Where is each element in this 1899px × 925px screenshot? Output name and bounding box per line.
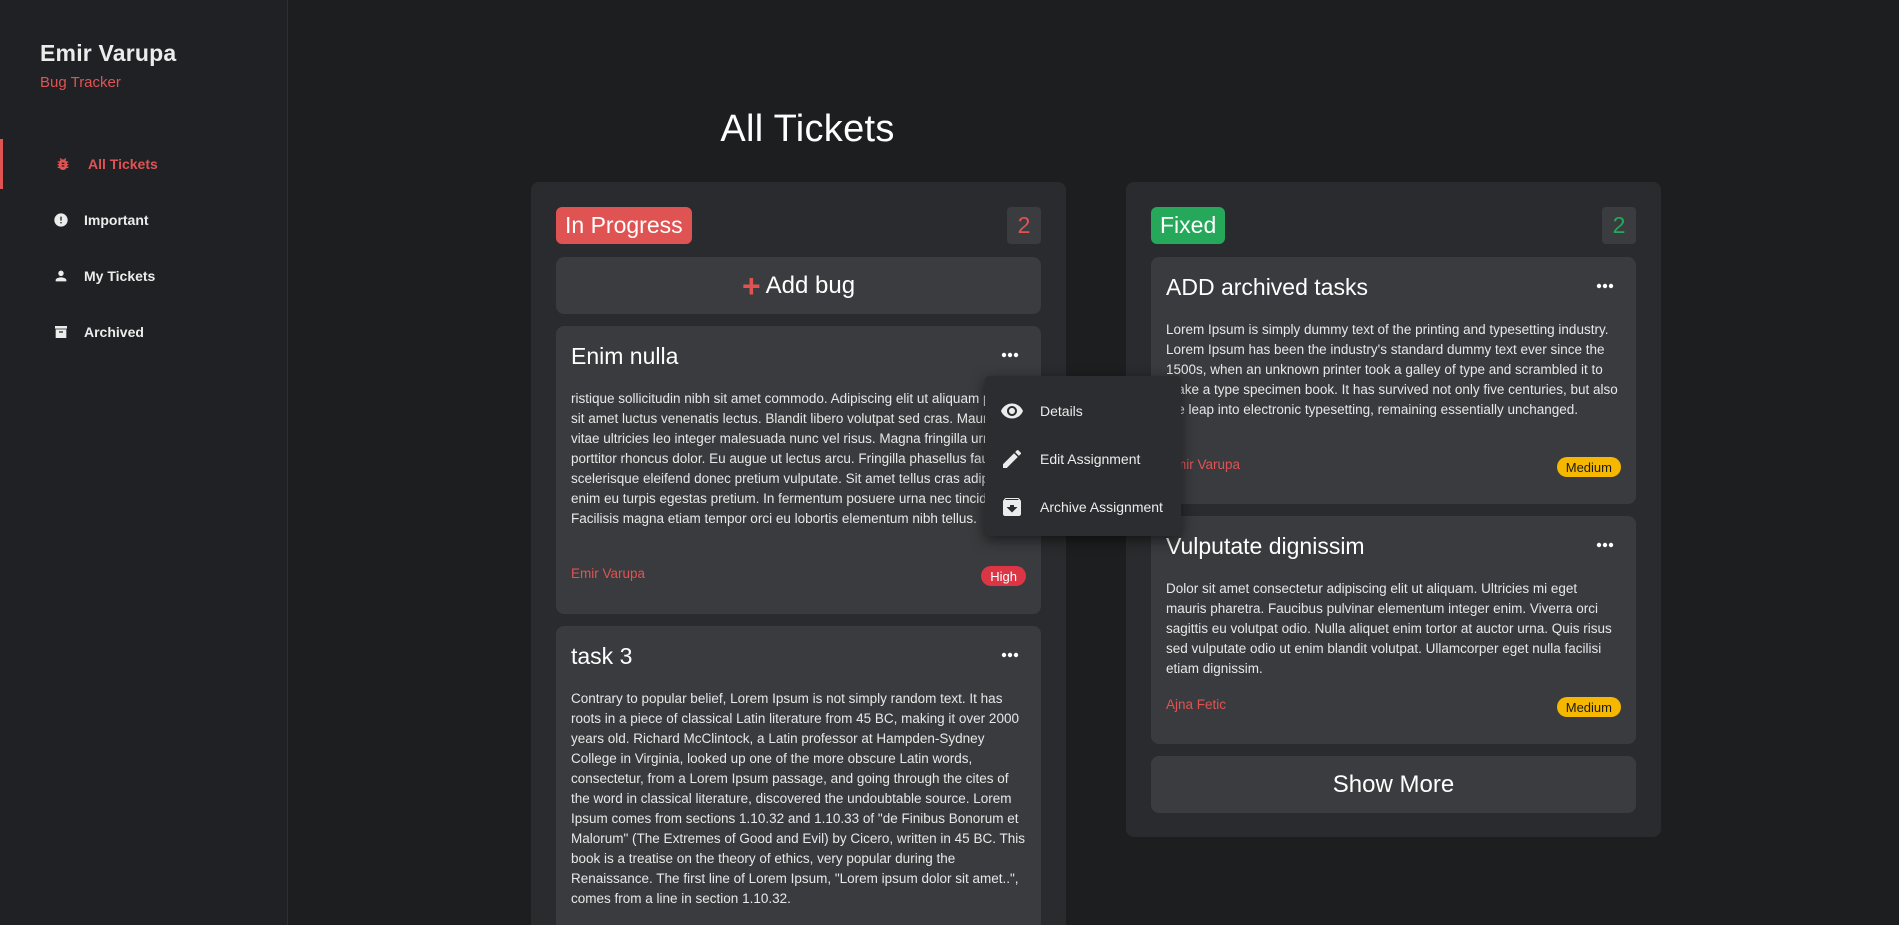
archive-icon (1000, 495, 1024, 519)
more-options-icon[interactable] (1592, 273, 1618, 299)
priority-badge: Medium (1556, 457, 1621, 477)
card-title: task 3 (571, 643, 633, 669)
menu-item-archive-assignment[interactable]: Archive Assignment (985, 483, 1181, 531)
page-title: All Tickets (720, 108, 895, 150)
column-header: Fixed 2 (1151, 207, 1636, 244)
menu-item-edit-assignment[interactable]: Edit Assignment (985, 435, 1181, 483)
sidebar-item-important[interactable]: Important (0, 195, 288, 245)
eye-icon (1000, 399, 1024, 423)
brand-name: Emir Varupa (40, 40, 177, 66)
ticket-count: 2 (1602, 207, 1636, 244)
ticket-count: 2 (1007, 207, 1041, 244)
card-title: Enim nulla (571, 343, 679, 369)
show-more-button[interactable]: Show More (1151, 756, 1636, 813)
card-description: Dolor sit amet consectetur adipiscing el… (1166, 581, 1612, 676)
more-options-icon[interactable] (1592, 532, 1618, 558)
sidebar-item-label: Archived (84, 324, 144, 340)
priority-badge: High (981, 566, 1026, 586)
card-author[interactable]: Emir Varupa (571, 566, 645, 581)
sidebar-item-label: Important (84, 212, 149, 228)
column-in-progress: In Progress 2 + Add bug Enim nulla risti… (531, 182, 1066, 925)
brand-subtitle: Bug Tracker (40, 74, 121, 91)
menu-item-label: Edit Assignment (1040, 451, 1141, 467)
card-author[interactable]: Ajna Fetic (1166, 697, 1226, 712)
person-icon (52, 267, 70, 285)
sidebar-item-label: All Tickets (88, 156, 158, 172)
column-fixed: Fixed 2 ADD archived tasks Lorem Ipsum i… (1126, 182, 1661, 837)
more-options-icon[interactable] (997, 642, 1023, 668)
pencil-icon (1000, 447, 1024, 471)
column-header: In Progress 2 (556, 207, 1041, 244)
more-options-icon[interactable] (997, 342, 1023, 368)
sidebar-item-my-tickets[interactable]: My Tickets (0, 251, 288, 301)
plus-icon: + (741, 267, 761, 304)
archive-icon (52, 323, 70, 341)
card-context-menu: Details Edit Assignment Archive Assignme… (985, 376, 1181, 536)
sidebar-item-archived[interactable]: Archived (0, 307, 288, 357)
card-description: Contrary to popular belief, Lorem Ipsum … (571, 691, 1025, 906)
ticket-card[interactable]: task 3 Contrary to popular belief, Lorem… (556, 626, 1041, 925)
bug-icon (54, 155, 72, 173)
sidebar-nav: All Tickets Important My Tickets Archive… (0, 139, 288, 363)
show-more-label: Show More (1332, 770, 1455, 798)
ticket-card[interactable]: Vulputate dignissim Dolor sit amet conse… (1151, 516, 1636, 744)
alert-circle-icon (52, 211, 70, 229)
card-description: ristique sollicitudin nibh sit amet comm… (571, 391, 1024, 526)
brand: Emir Varupa Bug Tracker (40, 40, 176, 91)
status-label: In Progress (556, 207, 692, 244)
page-title-wrap: All Tickets (0, 108, 1899, 151)
status-label: Fixed (1151, 207, 1226, 244)
ticket-card[interactable]: Enim nulla ristique sollicitudin nibh si… (556, 326, 1041, 614)
add-bug-button[interactable]: + Add bug (556, 257, 1041, 314)
add-bug-label: Add bug (765, 271, 856, 299)
priority-badge: Medium (1556, 697, 1621, 717)
menu-item-details[interactable]: Details (985, 387, 1181, 435)
menu-item-label: Details (1040, 403, 1083, 419)
card-description: Lorem Ipsum is simply dummy text of the … (1166, 322, 1618, 417)
card-title: ADD archived tasks (1166, 274, 1368, 300)
menu-item-label: Archive Assignment (1040, 499, 1163, 515)
card-title: Vulputate dignissim (1166, 533, 1365, 559)
sidebar-item-label: My Tickets (84, 268, 156, 284)
ticket-card[interactable]: ADD archived tasks Lorem Ipsum is simply… (1151, 257, 1636, 504)
